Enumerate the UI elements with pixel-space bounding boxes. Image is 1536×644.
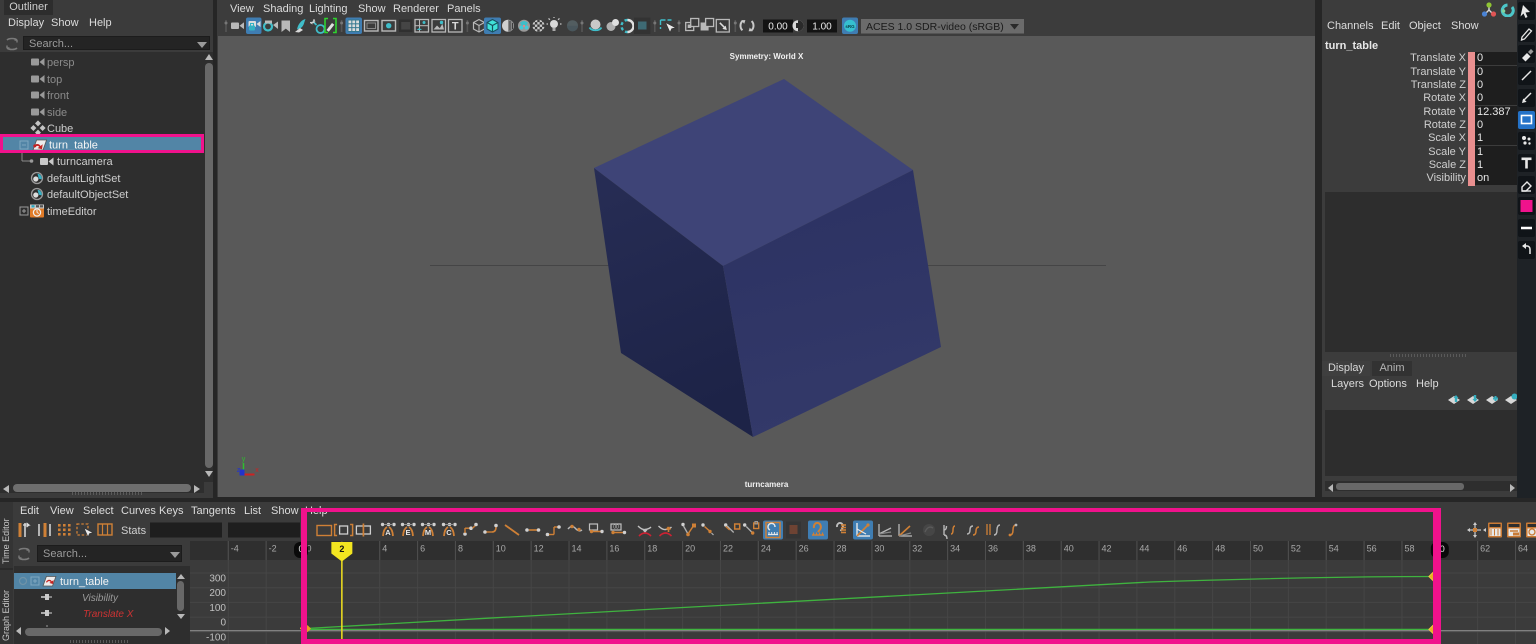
svg-text:y: y <box>242 456 246 463</box>
svg-text:0: 0 <box>220 618 226 629</box>
svg-text:sRG: sRG <box>845 24 855 29</box>
svg-text:T: T <box>452 21 459 33</box>
svg-text:turncamera: turncamera <box>57 156 114 168</box>
svg-text:-100: -100 <box>206 632 226 643</box>
svg-text:100: 100 <box>209 603 226 614</box>
svg-text:defaultObjectSet: defaultObjectSet <box>47 189 128 201</box>
svg-text:side: side <box>47 107 67 119</box>
svg-text:-4: -4 <box>231 544 239 554</box>
svg-text:300: 300 <box>209 574 226 585</box>
svg-text:Stats: Stats <box>121 525 147 537</box>
svg-text:Translate X: Translate X <box>83 609 134 620</box>
svg-text:0.00: 0.00 <box>768 22 788 33</box>
svg-text:Visibility: Visibility <box>82 593 119 604</box>
svg-text:1.00: 1.00 <box>812 22 832 33</box>
svg-text:z: z <box>237 467 241 474</box>
svg-text:timeEditor: timeEditor <box>47 206 97 218</box>
svg-text:64: 64 <box>1518 544 1528 554</box>
svg-text:x: x <box>255 467 259 474</box>
svg-text:defaultLightSet: defaultLightSet <box>47 173 120 185</box>
svg-text:200: 200 <box>209 588 226 599</box>
svg-text:turn_table: turn_table <box>60 576 109 588</box>
svg-text:persp: persp <box>47 57 75 69</box>
svg-text:top: top <box>47 74 62 86</box>
svg-text:-2: -2 <box>269 544 277 554</box>
svg-text:ACES 1.0 SDR-video (sRGB): ACES 1.0 SDR-video (sRGB) <box>866 21 1004 33</box>
svg-text:front: front <box>47 90 69 102</box>
svg-text:62: 62 <box>1480 544 1490 554</box>
